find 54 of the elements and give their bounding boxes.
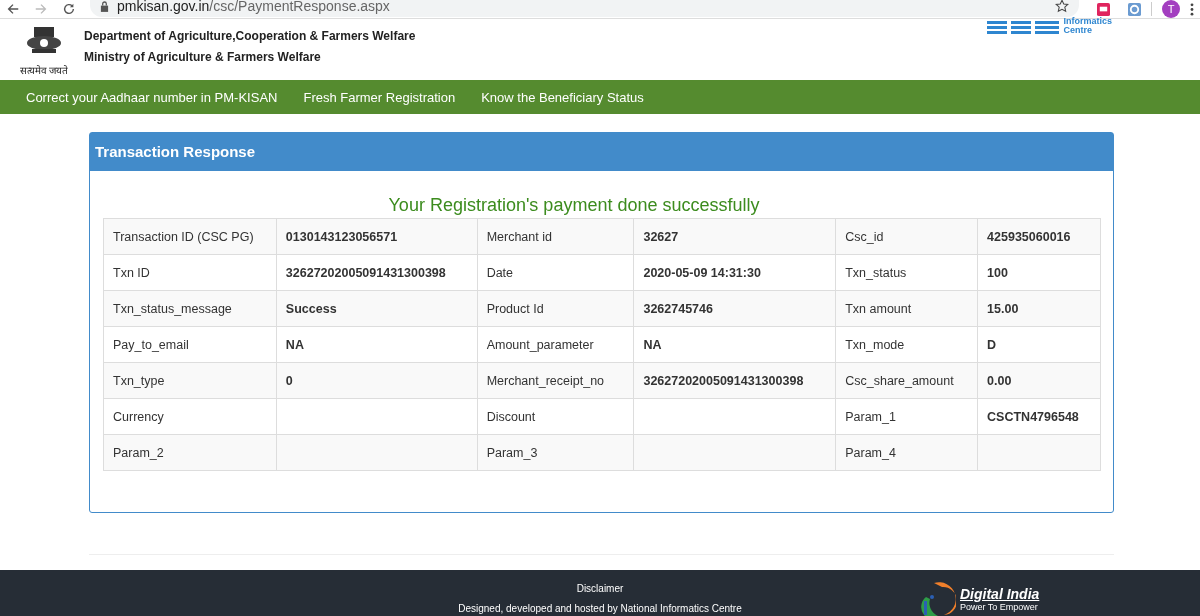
table-cell: 32627 [633, 218, 836, 255]
nav-link[interactable]: Know the Beneficiary Status [481, 89, 644, 105]
panel-title: Transaction Response [90, 133, 1113, 171]
table-cell: Param_1 [835, 398, 978, 435]
table-cell: 15.00 [977, 290, 1101, 327]
table-cell: Product Id [477, 290, 634, 327]
table-cell: Txn_status [835, 254, 978, 291]
table-cell: Date [477, 254, 634, 291]
table-cell: Amount_parameter [477, 326, 634, 363]
emblem-caption: सत्यमेव जयते [19, 64, 69, 77]
disclaimer-link[interactable]: Disclaimer [576, 583, 624, 594]
table-cell: NA [276, 326, 478, 363]
table-cell: Param_3 [477, 434, 634, 471]
logo-tagline: Power To Empower [960, 601, 1039, 612]
profile-avatar[interactable]: T [1162, 0, 1180, 18]
table-cell: 100 [977, 254, 1101, 291]
table-cell: CSCTN4796548 [977, 398, 1101, 435]
table-cell: Currency [103, 398, 277, 435]
table-cell: 3262745746 [633, 290, 836, 327]
table-cell: Merchant_receipt_no [477, 362, 634, 399]
table-cell: Transaction ID (CSC PG) [103, 218, 277, 255]
table-cell: Param_2 [103, 434, 277, 471]
department-title: Ministry of Agriculture & Farmers Welfare [84, 50, 322, 64]
table-cell: Txn ID [103, 254, 277, 291]
credit-text: Designed, developed and hosted by National Informatics Centre [458, 603, 742, 614]
table-cell: 0 [276, 362, 478, 399]
table-cell: 0.00 [977, 362, 1101, 399]
logo-text: Centre [1063, 26, 1093, 35]
table-cell: Pay_to_email [103, 326, 277, 363]
table-cell: Discount [477, 398, 634, 435]
table-cell: 425935060016 [977, 218, 1101, 255]
table-cell: 32627202005091431300398 [276, 254, 478, 291]
logo-title: Digital India [960, 585, 1040, 602]
table-cell: Csc_id [835, 218, 978, 255]
table-cell: Txn_status_message [103, 290, 277, 327]
department-title: Department of Agriculture,Cooperation & Farmers Welfare [84, 29, 416, 43]
nav-link[interactable]: Correct your Aadhaar number in PM-KISAN [26, 89, 278, 105]
table-cell: NA [633, 326, 836, 363]
nav-link[interactable]: Fresh Farmer Registration [303, 89, 456, 105]
table-cell: Success [276, 290, 478, 327]
url-text: pmkisan.gov.in/csc/PaymentResponse.aspx [117, 0, 391, 14]
table-cell: D [977, 326, 1101, 363]
address-bar[interactable]: pmkisan.gov.in/csc/PaymentResponse.aspx [90, 0, 1079, 17]
logo-text: Informatics [1063, 17, 1112, 26]
table-cell: 32627202005091431300398 [633, 362, 836, 399]
table-cell: Merchant id [477, 218, 634, 255]
success-message: Your Registration's payment done successfully [387, 195, 761, 216]
table-cell: Param_4 [835, 434, 978, 471]
table-cell: Csc_share_amount [835, 362, 978, 399]
table-cell: 2020-05-09 14:31:30 [633, 254, 836, 291]
table-cell: Txn_type [103, 362, 277, 399]
table-cell: Txn_mode [835, 326, 978, 363]
table-cell: 0130143123056571 [276, 218, 478, 255]
table-cell: Txn amount [835, 290, 978, 327]
